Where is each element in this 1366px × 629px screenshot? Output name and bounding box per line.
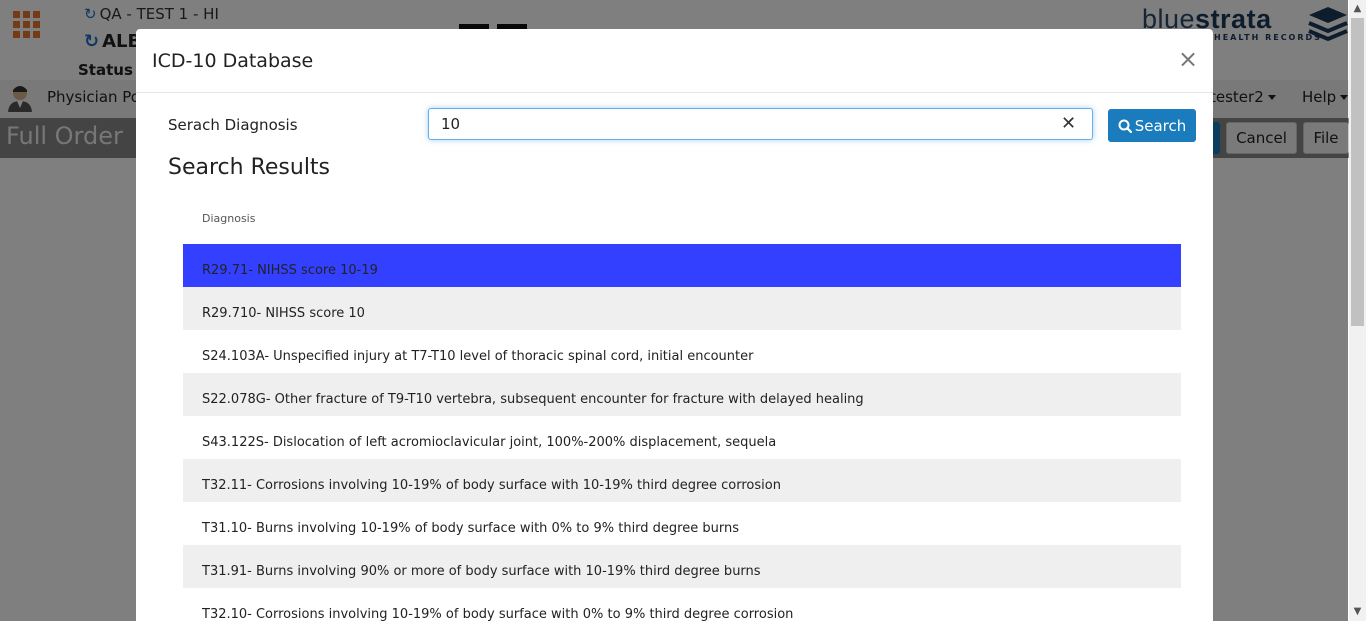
result-row[interactable]: T31.91- Burns involving 90% or more of b… xyxy=(183,545,1181,588)
result-row[interactable]: S22.078G- Other fracture of T9-T10 verte… xyxy=(183,373,1181,416)
icd10-modal: ICD-10 Database × Serach Diagnosis ✕ Sea… xyxy=(136,29,1213,629)
close-icon[interactable]: × xyxy=(1178,47,1198,71)
result-row[interactable]: T31.10- Burns involving 10-19% of body s… xyxy=(183,502,1181,545)
page-scrollbar[interactable]: ▲ ▼ xyxy=(1349,0,1366,621)
result-row[interactable]: R29.710- NIHSS score 10 xyxy=(183,287,1181,330)
result-row[interactable]: T32.11- Corrosions involving 10-19% of b… xyxy=(183,459,1181,502)
scroll-thumb[interactable] xyxy=(1351,18,1364,326)
scroll-down-icon[interactable]: ▼ xyxy=(1352,607,1363,617)
result-row[interactable]: S24.103A- Unspecified injury at T7-T10 l… xyxy=(183,330,1181,373)
column-header-diagnosis: Diagnosis xyxy=(202,212,256,225)
modal-header: ICD-10 Database × xyxy=(136,29,1213,93)
clear-icon[interactable]: ✕ xyxy=(1061,113,1076,135)
modal-title: ICD-10 Database xyxy=(152,50,314,72)
search-label: Serach Diagnosis xyxy=(168,116,298,134)
scroll-up-icon[interactable]: ▲ xyxy=(1352,4,1363,14)
results-heading: Search Results xyxy=(168,155,331,180)
results-list: R29.71- NIHSS score 10-19 R29.710- NIHSS… xyxy=(183,244,1181,629)
result-row[interactable]: R29.71- NIHSS score 10-19 xyxy=(183,244,1181,287)
result-row[interactable]: S43.122S- Dislocation of left acromiocla… xyxy=(183,416,1181,459)
search-button[interactable]: Search xyxy=(1108,109,1196,142)
result-row[interactable]: T32.10- Corrosions involving 10-19% of b… xyxy=(183,588,1181,629)
search-input[interactable] xyxy=(428,108,1093,140)
search-icon xyxy=(1118,119,1132,133)
